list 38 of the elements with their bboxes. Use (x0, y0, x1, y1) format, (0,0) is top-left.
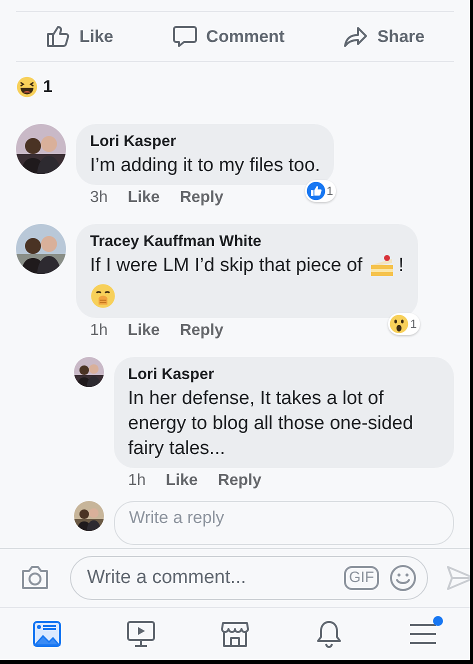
surprised-emoji-icon (389, 314, 410, 334)
comment-text: I’m adding it to my files too. (90, 154, 320, 176)
comment-text: ! (398, 255, 404, 276)
news-feed-icon (31, 619, 63, 649)
timestamp: 1h (90, 321, 108, 341)
like-reaction-icon (306, 180, 326, 201)
play-screen-icon (125, 619, 157, 649)
author-name[interactable]: Tracey Kauffman White (90, 230, 404, 253)
like-link[interactable]: Like (166, 469, 198, 494)
timestamp: 1h (128, 471, 146, 492)
camera-icon[interactable] (20, 564, 50, 592)
reply-link[interactable]: Reply (218, 469, 262, 494)
gif-button[interactable]: GIF (344, 566, 379, 590)
like-button[interactable]: Like (39, 20, 120, 54)
reply-link[interactable]: Reply (180, 186, 224, 210)
comment-text: In her defense, It takes a lot of energy to blog all those one-sided fairy tales... (128, 388, 414, 460)
shop-icon (219, 619, 251, 649)
laughing-emoji-icon (16, 76, 38, 98)
thumbs-up-icon (45, 24, 72, 50)
reply-link[interactable]: Reply (180, 319, 224, 343)
comment-field[interactable]: Write a comment... GIF (70, 556, 428, 600)
speech-bubble-icon (172, 24, 198, 50)
reply-field[interactable]: Write a reply (114, 501, 454, 546)
like-link[interactable]: Like (128, 319, 160, 343)
author-name[interactable]: Lori Kasper (128, 363, 440, 386)
like-link[interactable]: Like (128, 186, 160, 210)
reaction-badge[interactable]: 1 (388, 313, 420, 335)
comment-text: If I were LM I’d skip that piece of (90, 255, 362, 276)
timestamp: 3h (90, 188, 108, 208)
reaction-count: 1 (410, 316, 417, 333)
shushing-emoji-icon (90, 283, 116, 309)
emoji-icon[interactable] (389, 564, 417, 592)
share-button[interactable]: Share (337, 20, 431, 54)
reaction-count: 1 (326, 182, 334, 200)
reaction-badge[interactable]: 1 (304, 180, 336, 202)
author-name[interactable]: Lori Kasper (90, 130, 320, 153)
comment-button[interactable]: Comment (166, 20, 291, 54)
reaction-count: 1 (43, 76, 52, 98)
